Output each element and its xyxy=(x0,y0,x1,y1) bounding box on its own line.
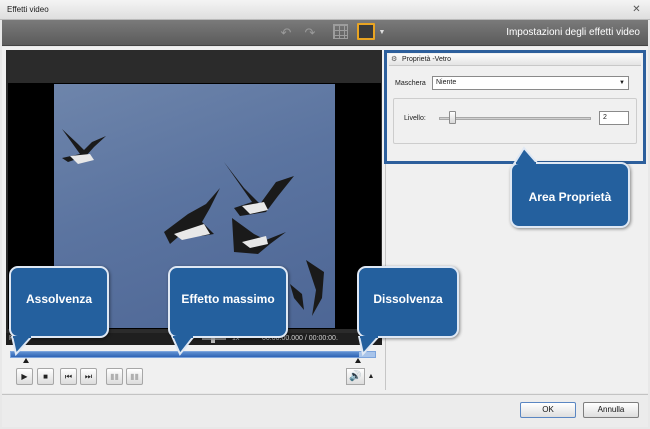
window-title: Effetti video xyxy=(7,5,49,14)
volume-icon[interactable]: 🔊 xyxy=(346,368,365,385)
monitor-icon[interactable] xyxy=(357,23,375,40)
settings-title: Impostazioni degli effetti video xyxy=(506,27,640,38)
callout-fade-out: Dissolvenza xyxy=(357,266,459,338)
mark-out-button[interactable]: ▮▮ xyxy=(126,368,143,385)
mark-in-button[interactable]: ▮▮ xyxy=(106,368,123,385)
callout-max-effect-text: Effetto massimo xyxy=(181,292,275,306)
title-bar: Effetti video ✕ xyxy=(0,0,650,20)
callout-area-properties-text: Area Proprietà xyxy=(528,190,612,204)
close-icon[interactable]: ✕ xyxy=(631,4,642,15)
fade-in-marker[interactable] xyxy=(23,358,29,363)
chevron-down-icon[interactable]: ▼ xyxy=(378,25,386,41)
callout-fade-out-tail xyxy=(357,336,381,356)
undo-icon[interactable]: ↶ xyxy=(278,25,294,41)
callout-max-effect-tail xyxy=(170,336,196,356)
previous-button[interactable]: ⏮ xyxy=(60,368,77,385)
play-button[interactable]: ▶ xyxy=(16,368,33,385)
callout-max-effect: Effetto massimo xyxy=(168,266,288,338)
next-button[interactable]: ⏭ xyxy=(80,368,97,385)
callout-area-properties-tail xyxy=(512,146,540,164)
chevron-up-icon[interactable]: ▲ xyxy=(366,368,376,385)
callout-fade-in-text: Assolvenza xyxy=(25,292,93,306)
fade-out-marker[interactable] xyxy=(355,358,361,363)
callout-fade-out-text: Dissolvenza xyxy=(373,292,443,306)
redo-icon[interactable]: ↷ xyxy=(302,25,318,41)
callout-area-properties: Area Proprietà xyxy=(510,162,630,228)
ok-button[interactable]: OK xyxy=(520,402,576,418)
grid-icon[interactable] xyxy=(333,24,348,39)
toolbar: ↶ ↷ ▼ Impostazioni degli effetti video xyxy=(2,20,648,46)
cancel-button[interactable]: Annulla xyxy=(583,402,639,418)
callout-fade-in-tail xyxy=(10,336,34,356)
stop-button[interactable]: ■ xyxy=(37,368,54,385)
callout-fade-in: Assolvenza xyxy=(9,266,109,338)
